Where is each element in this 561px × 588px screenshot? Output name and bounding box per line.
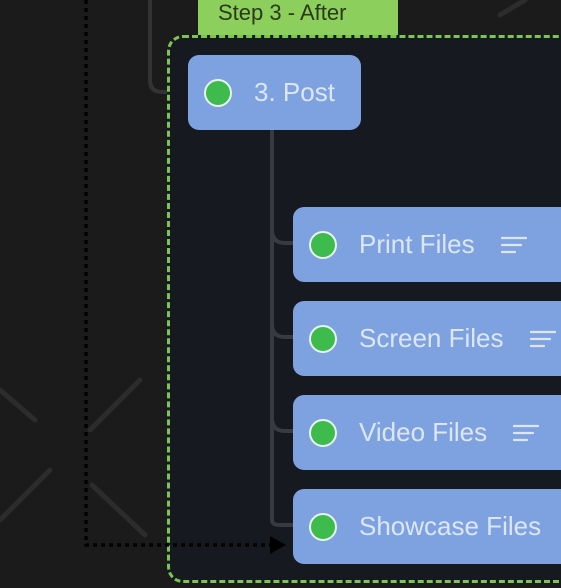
node-video-files[interactable]: Video Files — [293, 395, 561, 470]
status-dot-icon[interactable] — [204, 78, 232, 107]
status-dot-icon[interactable] — [309, 418, 337, 447]
node-label: Showcase Files — [359, 511, 542, 541]
node-screen-files[interactable]: Screen Files — [293, 301, 561, 376]
node-print-files[interactable]: Print Files — [293, 207, 561, 282]
node-label: Video Files — [359, 417, 488, 447]
status-dot-icon[interactable] — [309, 512, 337, 541]
node-showcase-files[interactable]: Showcase Files — [293, 489, 561, 564]
notes-lines-icon[interactable] — [529, 329, 556, 349]
notes-lines-icon[interactable] — [500, 235, 527, 255]
status-dot-icon[interactable] — [309, 230, 337, 259]
node-label: Print Files — [359, 229, 475, 259]
status-dot-icon[interactable] — [309, 324, 337, 353]
notes-lines-icon[interactable] — [513, 423, 540, 443]
mindmap-canvas[interactable]: Step 3 - After 3. Post Print Files Scree… — [0, 0, 561, 588]
node-label: Screen Files — [359, 323, 504, 353]
node-label: 3. Post — [254, 77, 335, 107]
node-post[interactable]: 3. Post — [188, 55, 361, 130]
